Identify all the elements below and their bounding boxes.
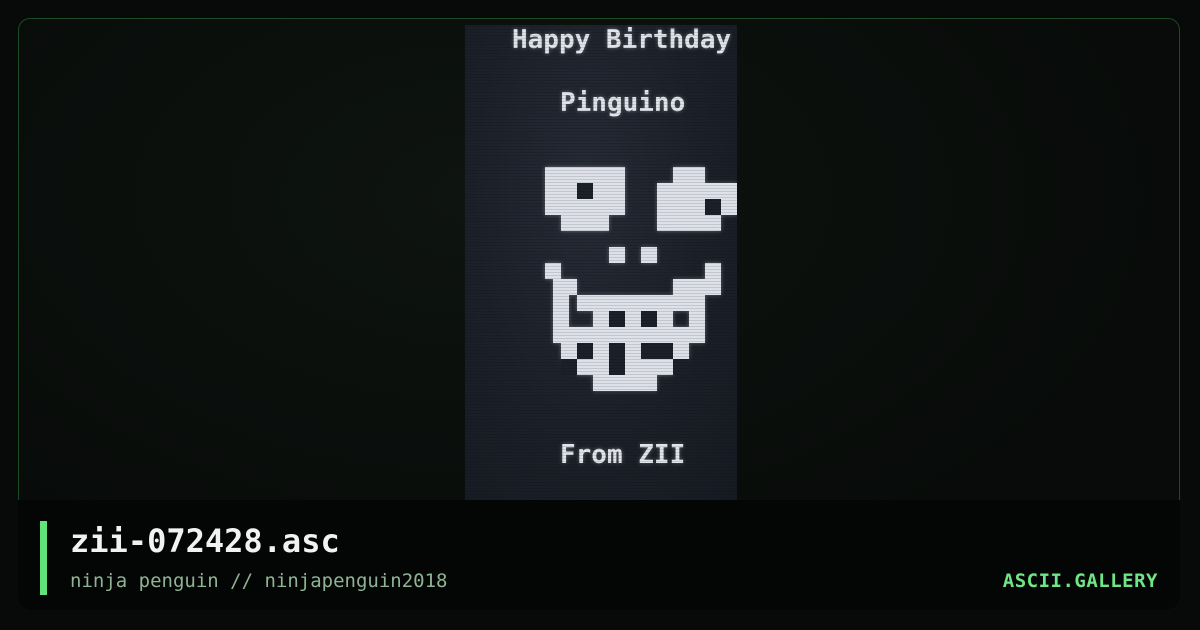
file-title[interactable]: zii-072428.asc xyxy=(70,521,340,561)
art-line-signature: From ZII xyxy=(560,440,686,470)
site-brand[interactable]: ASCII.GALLERY xyxy=(1003,569,1158,593)
nose xyxy=(609,247,625,263)
info-footer: zii-072428.asc ninja penguin // ninjapen… xyxy=(18,500,1180,610)
author-byline[interactable]: ninja penguin // ninjapenguin2018 xyxy=(70,569,448,593)
ascii-art-preview: Happy Birthday Pinguino From ZII xyxy=(465,25,737,501)
accent-bar xyxy=(40,521,47,595)
mouth xyxy=(545,263,561,279)
pixel-face-icon xyxy=(545,167,737,391)
